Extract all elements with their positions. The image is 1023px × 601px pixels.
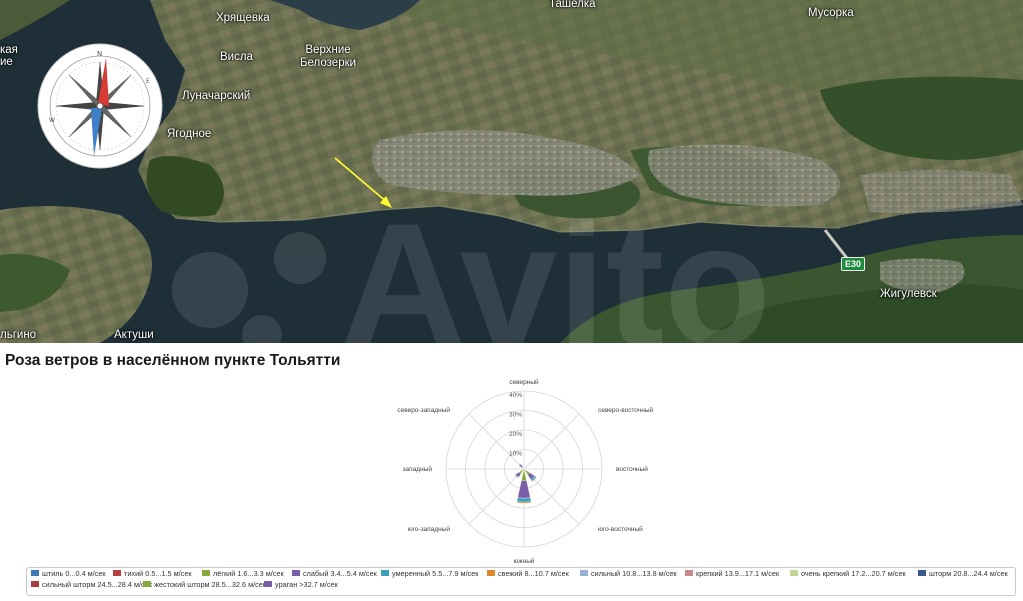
wind-rose-segment [521,468,524,470]
direction-label: северный [509,378,539,386]
compass-icon: N E W [37,43,163,169]
legend-label: очень крепкий 17.2...20.7 м/сек [801,569,906,578]
legend-swatch [113,570,121,576]
ring-label: 20% [509,431,522,438]
svg-text:E: E [146,78,150,85]
legend-label: свежий 8...10.7 м/сек [498,569,569,578]
legend-item[interactable]: сильный 10.8...13.8 м/сек [580,569,677,579]
legend-label: жестокий шторм 28.5...32.6 м/сек [154,580,267,589]
legend-swatch [580,570,588,576]
grid-spoke [523,413,580,470]
wind-rose-title: Роза ветров в населённом пункте Тольятти [5,352,341,369]
place-label: Мусорка [808,7,854,19]
legend-item[interactable]: сильный шторм 24.5...28.4 м/сек [31,580,152,590]
legend-swatch [31,581,39,587]
legend-item[interactable]: жестокий шторм 28.5...32.6 м/сек [143,580,266,590]
direction-label: западный [403,465,433,473]
legend-swatch [381,570,389,576]
svg-text:W: W [49,117,55,124]
direction-label: южный [513,557,534,563]
place-label: ие [0,56,13,68]
legend-swatch [202,570,210,576]
legend-swatch [918,570,926,576]
legend-label: сильный 10.8...13.8 м/сек [591,569,677,578]
legend-label: шторм 20.8...24.4 м/сек [929,569,1008,578]
legend-swatch [487,570,495,576]
direction-label: восточный [616,465,648,473]
avito-watermark-text: Avito [340,188,771,343]
grid-spoke [468,468,525,525]
wind-rose-chart: 10% 20% 30% 40% северный северо-восточный вост… [397,378,654,563]
legend-item[interactable]: лёгкий 1.6...3.3 м/сек [202,569,284,579]
legend-swatch [143,581,151,587]
ring-label: 10% [509,451,522,458]
legend-item[interactable]: очень крепкий 17.2...20.7 м/сек [790,569,906,579]
svg-text:N: N [97,50,102,58]
legend-item[interactable]: умеренный 5.5...7.9 м/сек [381,569,479,579]
wind-rose-legend: штиль 0...0.4 м/сек тихий 0.5...1.5 м/сек… [26,567,1016,596]
legend-label: ураган >32.7 м/сек [275,580,338,589]
place-label: Актуши [114,329,154,341]
road-shield: E30 [841,257,866,271]
legend-item[interactable]: крепкий 13.9...17.1 м/сек [685,569,779,579]
legend-swatch [31,570,39,576]
wind-rose-segment [516,497,532,503]
legend-item[interactable]: тихий 0.5...1.5 м/сек [113,569,192,579]
wind-rose-segment [521,471,527,481]
legend-swatch [264,581,272,587]
legend-item[interactable]: свежий 8...10.7 м/сек [487,569,569,579]
place-label: Жигулевск [880,288,937,300]
place-label: льгино [0,329,37,341]
direction-label: юго-западный [408,525,451,533]
legend-label: лёгкий 1.6...3.3 м/сек [213,569,284,578]
wind-rose-segment [517,480,531,499]
direction-label: юго-восточный [598,525,643,533]
legend-label: сильный шторм 24.5...28.4 м/сек [42,580,152,589]
legend-item[interactable]: ураган >32.7 м/сек [264,580,338,590]
place-label: Верхние Белозерки [300,44,357,69]
legend-label: слабый 3.4...5.4 м/сек [303,569,377,578]
place-label: Ташелка [549,0,596,10]
place-label: Луначарский [182,90,251,102]
legend-item[interactable]: штиль 0...0.4 м/сек [31,569,106,579]
legend-item[interactable]: шторм 20.8...24.4 м/сек [918,569,1008,579]
legend-label: штиль 0...0.4 м/сек [42,569,106,578]
place-label: Висла [220,51,253,63]
legend-swatch [292,570,300,576]
legend-label: тихий 0.5...1.5 м/сек [124,569,192,578]
legend-label: крепкий 13.9...17.1 м/сек [696,569,780,578]
legend-item[interactable]: слабый 3.4...5.4 м/сек [292,569,377,579]
ring-label: 30% [509,412,522,419]
legend-swatch [790,570,798,576]
ring-label: 40% [509,392,522,399]
legend-swatch [685,570,693,576]
direction-label: северо-западный [397,406,450,414]
legend-label: умеренный 5.5...7.9 м/сек [392,569,479,578]
place-label: Хрящевка [216,12,270,24]
satellite-map[interactable]: Avito Хрящевка Ташелка Мусорка Верхние Б… [0,0,1023,343]
grid-spoke [468,413,525,470]
place-label: Ягодное [167,128,212,140]
direction-label: северо-восточный [598,406,654,414]
